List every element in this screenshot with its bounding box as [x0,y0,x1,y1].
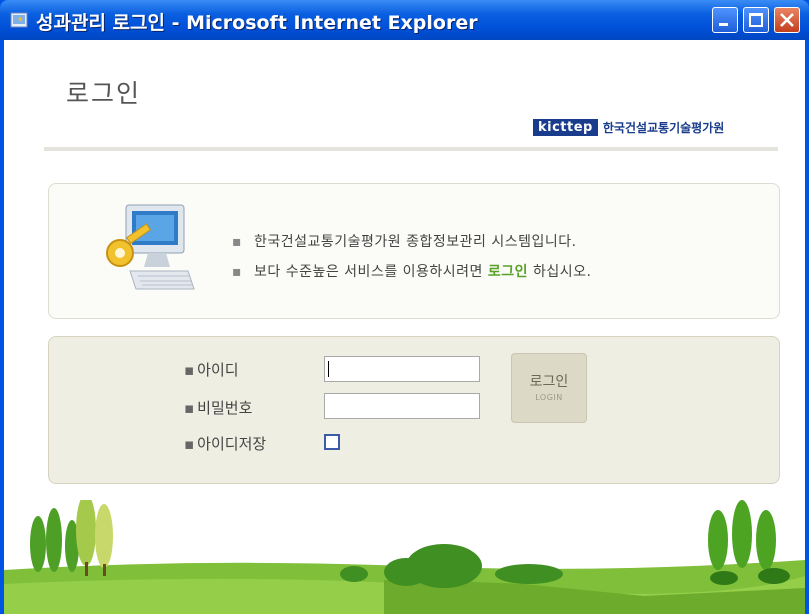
save-id-bullet: ▪ [184,435,195,453]
save-id-label-text: 아이디저장 [197,435,267,453]
id-bullet: ▪ [184,361,195,379]
title-bar[interactable]: 성과관리 로그인 - Microsoft Internet Explorer [0,0,809,40]
close-button[interactable] [774,7,800,33]
save-id-checkbox[interactable] [324,434,340,450]
logo-mark: kicttep [533,119,598,136]
window-title: 성과관리 로그인 - Microsoft Internet Explorer [36,12,478,34]
computer-key-icon [106,204,195,290]
close-icon [780,13,794,27]
password-input[interactable] [324,393,480,419]
info-text-2b: 하십시오. [528,264,592,280]
login-button-sublabel: LOGIN [535,393,563,402]
page-title: 로그인 [66,79,142,108]
browser-window: 성과관리 로그인 - Microsoft Internet Explorer 로… [0,0,809,614]
save-id-label: ▪ 아이디저장 [184,433,266,454]
kicttep-logo: kicttep 한국건설교통기술평가원 [533,117,724,137]
internet-explorer-icon [10,12,28,28]
logo-org-name: 한국건설교통기술평가원 [602,121,725,135]
info-line-1: ▪ 한국건설교통기술평가원 종합정보관리 시스템입니다. [232,231,577,251]
minimize-button[interactable] [712,7,738,33]
maximize-button[interactable] [743,7,769,33]
landscape-illustration [4,500,805,614]
info-bullet-2: ▪ [232,264,242,280]
info-text-2a: 보다 수준높은 서비스를 이용하시려면 [254,264,488,280]
info-text-1: 한국건설교통기술평가원 종합정보관리 시스템입니다. [254,234,577,250]
password-bullet: ▪ [184,399,195,417]
minimize-icon [719,23,728,26]
login-highlight: 로그인 [487,264,529,280]
login-button[interactable]: 로그인 LOGIN [511,353,587,423]
id-input[interactable] [324,356,480,382]
header-divider [44,147,778,151]
id-label-text: 아이디 [197,361,239,379]
password-label-text: 비밀번호 [197,399,253,417]
id-label: ▪ 아이디 [184,359,239,380]
info-line-2: ▪ 보다 수준높은 서비스를 이용하시려면 로그인 하십시오. [232,261,591,281]
info-bullet-1: ▪ [232,234,242,250]
left-trees [30,500,113,576]
login-button-label: 로그인 [529,374,569,390]
maximize-icon [749,13,763,27]
password-label: ▪ 비밀번호 [184,397,252,418]
